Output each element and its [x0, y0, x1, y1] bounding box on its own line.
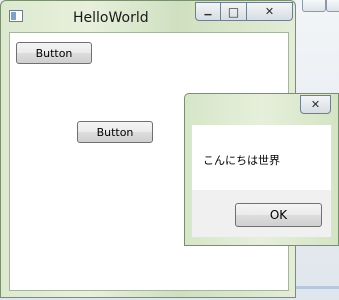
- desktop-strip: [296, 286, 339, 289]
- background-window-button[interactable]: [302, 0, 326, 12]
- background-window-button[interactable]: [326, 0, 339, 12]
- dialog-footer: OK: [192, 190, 331, 237]
- window-title: HelloWorld: [73, 10, 149, 26]
- minimize-button[interactable]: ▁: [195, 2, 221, 21]
- maximize-icon: □: [227, 4, 240, 19]
- close-button[interactable]: ✕: [247, 2, 293, 21]
- title-bar[interactable]: HelloWorld ▁ □ ✕: [1, 1, 295, 31]
- app-window-icon[interactable]: [9, 10, 23, 22]
- dialog-message: こんにちは世界: [203, 154, 280, 167]
- close-icon: ✕: [264, 5, 275, 18]
- dialog-content: こんにちは世界: [192, 125, 331, 190]
- caption-buttons: ▁ □ ✕: [195, 2, 293, 21]
- ok-button[interactable]: OK: [235, 203, 322, 227]
- message-box-dialog: ✕ こんにちは世界 OK: [184, 93, 339, 246]
- close-icon: ✕: [310, 98, 321, 111]
- minimize-icon: ▁: [204, 6, 212, 16]
- center-button[interactable]: Button: [77, 121, 153, 143]
- dialog-close-button[interactable]: ✕: [300, 95, 331, 114]
- top-left-button[interactable]: Button: [16, 42, 92, 64]
- maximize-button[interactable]: □: [221, 2, 247, 21]
